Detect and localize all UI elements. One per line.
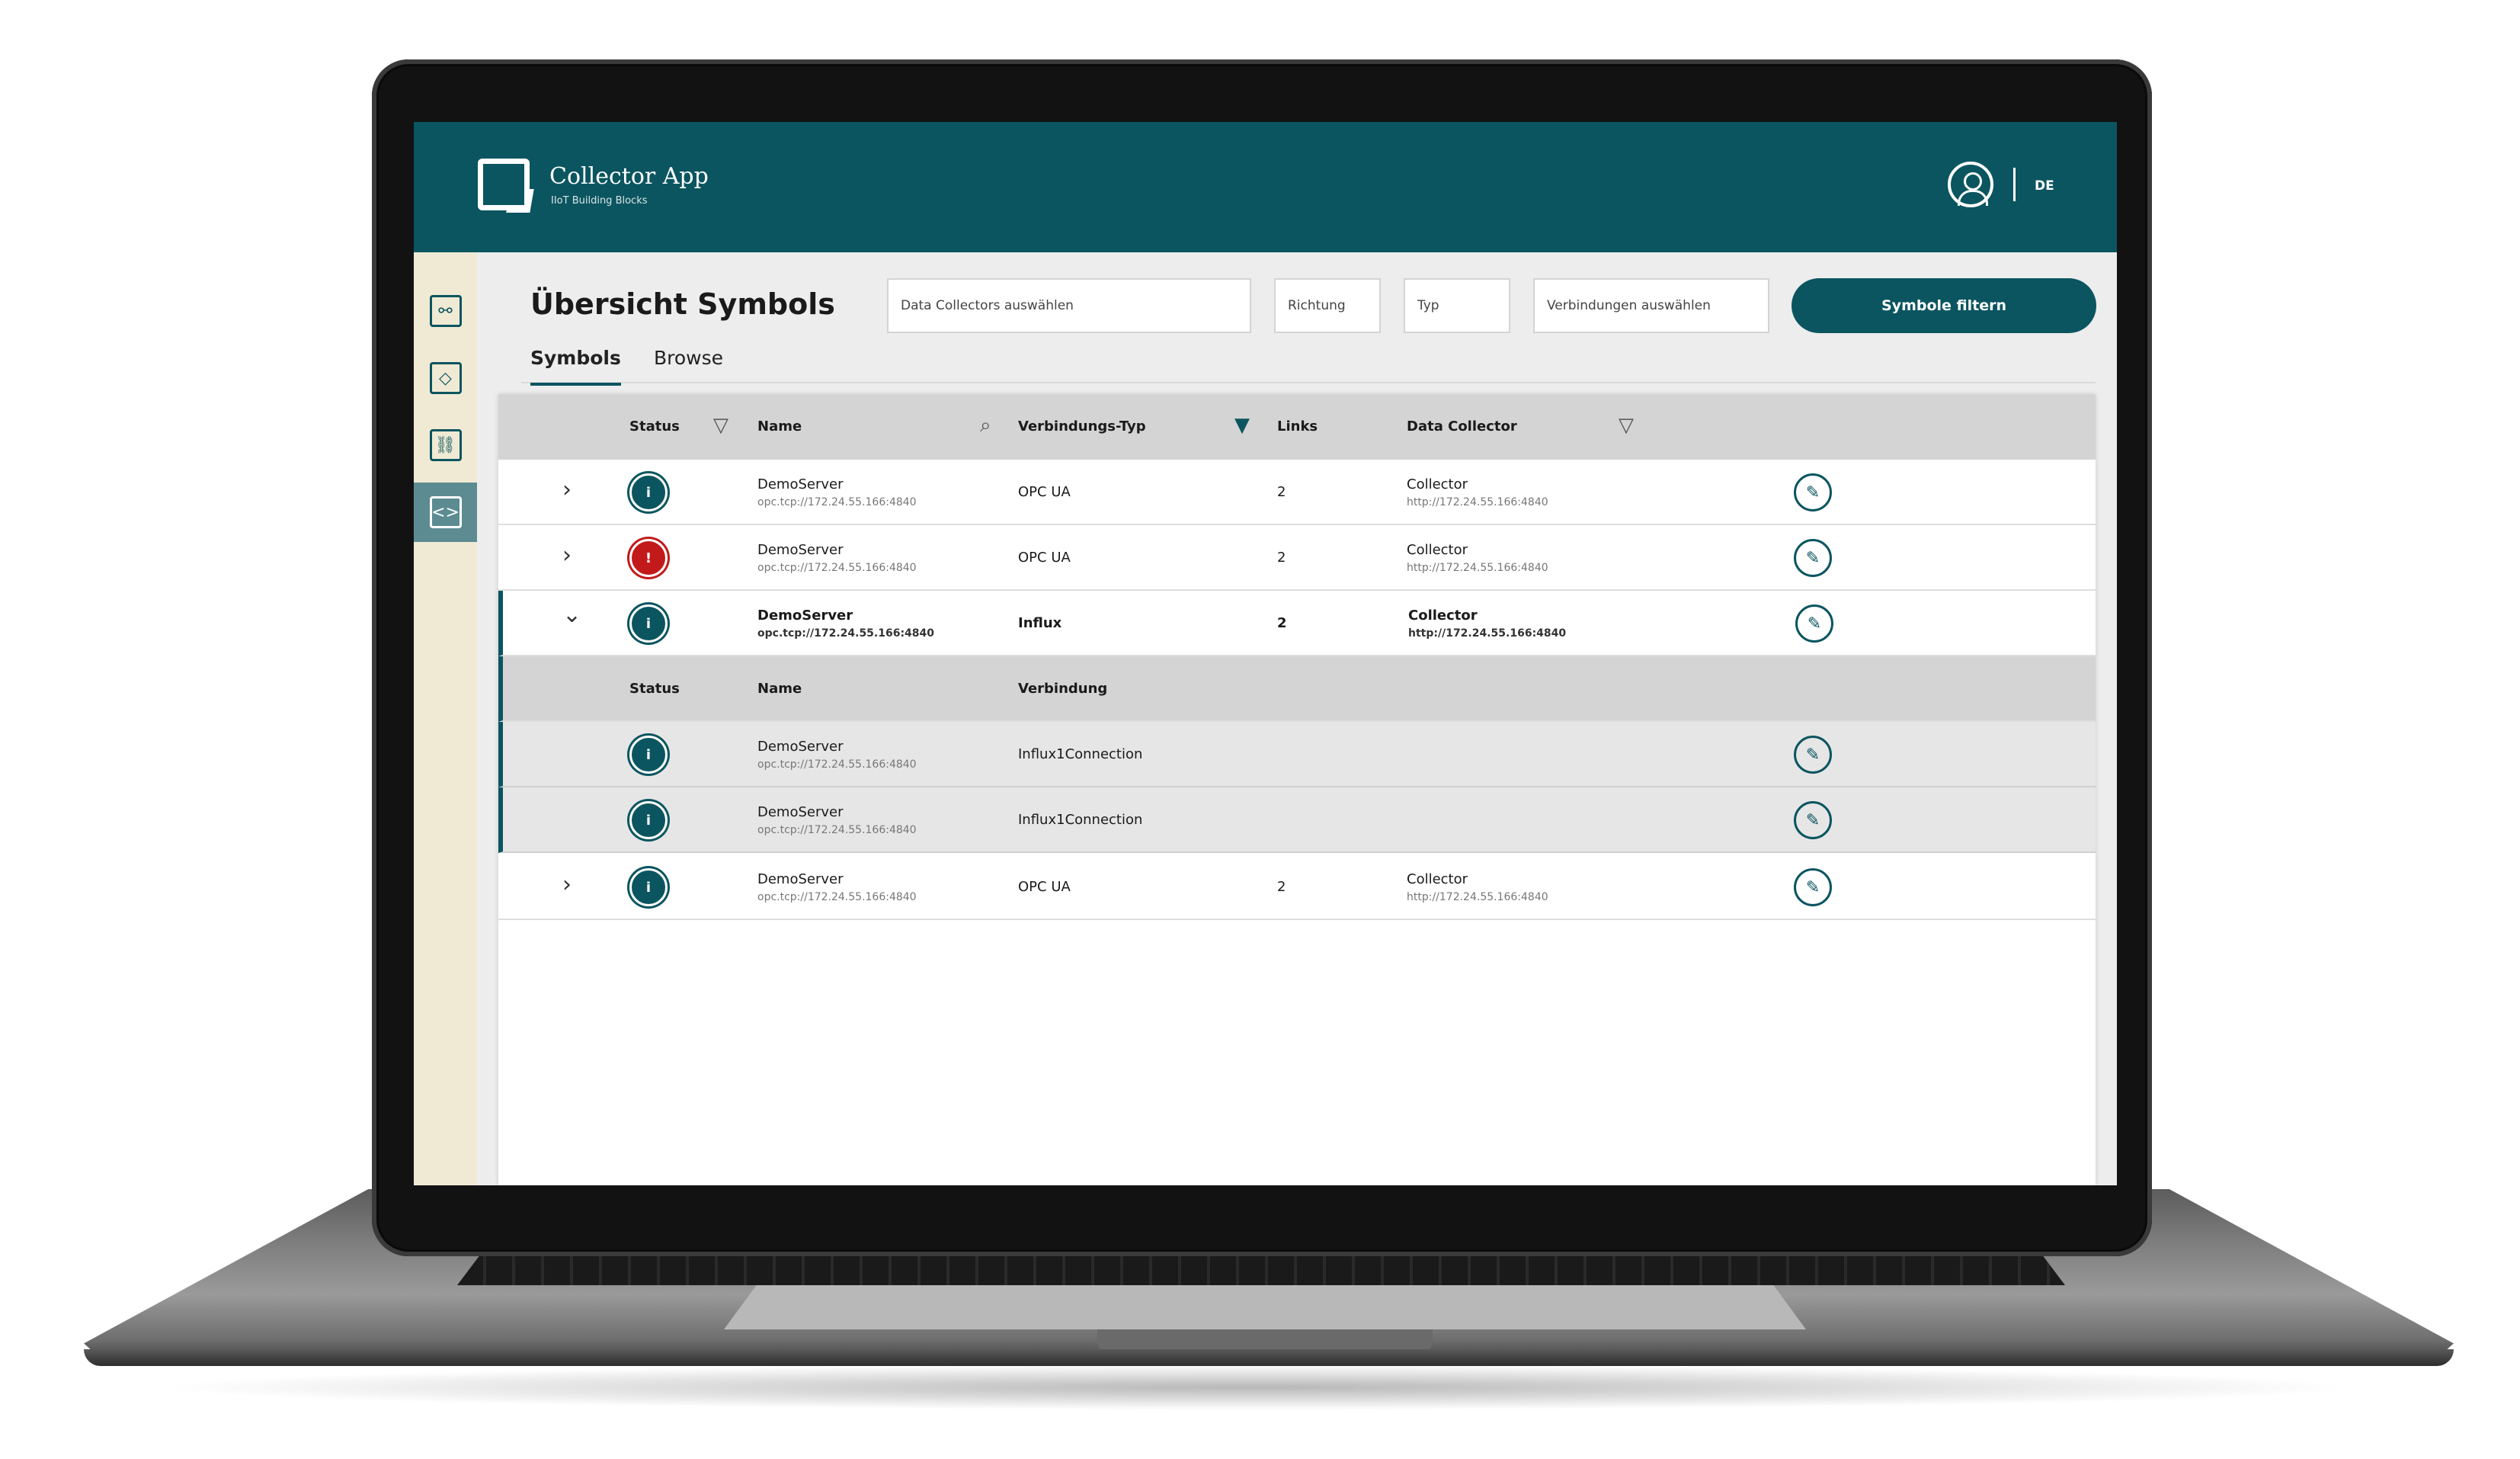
sub-row-url: opc.tcp://172.24.55.166:4840 [757,824,917,836]
code-icon: <> [429,496,462,528]
app-subtitle: IIoT Building Blocks [551,195,648,207]
network-icon: ⚯ [429,295,462,327]
app-title: Collector App [549,163,709,190]
sub-column-status: Status [629,681,680,697]
edit-button[interactable]: ✎ [1794,736,1832,774]
table-row[interactable]: › i DemoServer opc.tcp://172.24.55.166:4… [498,855,2096,920]
language-switch-button[interactable]: DE [2035,178,2054,194]
row-typ: OPC UA [1018,550,1071,566]
row-url: opc.tcp://172.24.55.166:4840 [757,627,935,640]
symbols-table: Status ▽ Name ⌕ Verbindungs-Typ ▼ Links … [498,394,2096,1185]
table-header: Status ▽ Name ⌕ Verbindungs-Typ ▼ Links … [498,394,2096,460]
chevron-right-icon[interactable]: › [562,542,572,569]
name-search-icon[interactable]: ⌕ [980,414,991,438]
status-info-icon: i [629,473,668,511]
collector-icon: ◇ [429,362,462,394]
column-data-collector: Data Collector [1407,418,1517,434]
main-content: Übersicht Symbols Data Collectors auswäh… [477,252,2117,1185]
sub-row-name: DemoServer [757,804,844,820]
status-info-icon: i [629,604,668,643]
sidebar-item-links[interactable]: ⛓ [414,415,477,475]
status-info-icon: i [629,736,668,774]
row-collector-url: http://172.24.55.166:4840 [1407,891,1548,903]
row-links: 2 [1277,484,1286,500]
page-title: Übersicht Symbols [530,287,835,321]
row-typ: Influx [1018,615,1062,631]
row-links: 2 [1277,550,1286,566]
app-logo-icon [478,159,530,210]
row-collector-url: http://172.24.55.166:4840 [1408,627,1567,640]
sidebar-item-network[interactable]: ⚯ [414,281,477,341]
column-verbindungs-typ: Verbindungs-Typ [1018,418,1146,434]
row-url: opc.tcp://172.24.55.166:4840 [757,562,917,574]
row-collector-url: http://172.24.55.166:4840 [1407,496,1548,508]
row-links: 2 [1277,879,1286,895]
sub-column-verbindung: Verbindung [1018,681,1108,697]
row-name: DemoServer [757,476,844,492]
chevron-right-icon[interactable]: › [562,476,572,503]
row-collector: Collector [1408,608,1478,624]
table-row[interactable]: › ! DemoServer opc.tcp://172.24.55.166:4… [498,525,2096,591]
typ-filter-active-icon[interactable]: ▼ [1234,414,1250,437]
table-row[interactable]: › i DemoServer opc.tcp://172.24.55.166:4… [498,460,2096,525]
header-divider [2013,168,2016,201]
sub-row-verbindung: Influx1Connection [1018,812,1143,828]
link-icon: ⛓ [429,429,462,461]
status-filter-icon[interactable]: ▽ [713,414,728,437]
row-url: opc.tcp://172.24.55.166:4840 [757,891,917,903]
chevron-right-icon[interactable]: › [562,871,572,898]
chevron-down-icon[interactable]: ⌄ [562,601,581,628]
tab-browse[interactable]: Browse [654,347,723,383]
sidebar-item-collector[interactable]: ◇ [414,348,477,408]
tab-underline [521,382,2096,383]
sub-column-name: Name [757,681,802,697]
row-links: 2 [1277,615,1287,631]
tab-symbols[interactable]: Symbols [530,347,621,386]
column-links: Links [1277,418,1318,434]
sub-row-verbindung: Influx1Connection [1018,746,1143,762]
row-name: DemoServer [757,542,844,558]
symbole-filtern-button[interactable]: Symbole filtern [1792,278,2096,333]
collector-filter-icon[interactable]: ▽ [1619,414,1634,437]
subtable-row[interactable]: i DemoServer opc.tcp://172.24.55.166:484… [498,787,2096,853]
edit-button[interactable]: ✎ [1794,539,1832,577]
row-collector: Collector [1407,542,1468,558]
user-account-icon[interactable] [1948,162,1993,207]
row-url: opc.tcp://172.24.55.166:4840 [757,496,917,508]
row-collector-url: http://172.24.55.166:4840 [1407,562,1548,574]
table-row-expanded[interactable]: ⌄ i DemoServer opc.tcp://172.24.55.166:4… [498,591,2096,656]
subtable-row[interactable]: i DemoServer opc.tcp://172.24.55.166:484… [498,722,2096,787]
edit-button[interactable]: ✎ [1794,868,1832,906]
column-name: Name [757,418,802,434]
sidebar: ⚯ ◇ ⛓ <> [414,252,477,1185]
screen: Collector App IIoT Building Blocks DE ⚯ … [414,122,2117,1185]
richtung-select[interactable]: Richtung [1274,278,1381,333]
status-info-icon: i [629,801,668,839]
row-name: DemoServer [757,608,853,624]
laptop-shadow [152,1364,2362,1410]
laptop-base-edge [84,1349,2454,1366]
sub-row-name: DemoServer [757,739,844,755]
verbindungen-select[interactable]: Verbindungen auswählen [1533,278,1769,333]
typ-select[interactable]: Typ [1404,278,1510,333]
sidebar-item-symbols[interactable]: <> [414,483,477,542]
row-name: DemoServer [757,871,844,887]
edit-button[interactable]: ✎ [1795,604,1833,643]
data-collectors-select[interactable]: Data Collectors auswählen [887,278,1251,333]
row-typ: OPC UA [1018,484,1071,500]
row-collector: Collector [1407,871,1468,887]
sub-row-url: opc.tcp://172.24.55.166:4840 [757,758,917,771]
laptop-trackpad [724,1285,1806,1329]
subtable-header: Status Name Verbindung [498,656,2096,722]
row-typ: OPC UA [1018,879,1071,895]
row-collector: Collector [1407,476,1468,492]
status-error-icon: ! [629,539,668,577]
column-status: Status [629,418,680,434]
edit-button[interactable]: ✎ [1794,801,1832,839]
app-header: Collector App IIoT Building Blocks DE [414,122,2117,252]
status-info-icon: i [629,868,668,906]
edit-button[interactable]: ✎ [1794,473,1832,511]
